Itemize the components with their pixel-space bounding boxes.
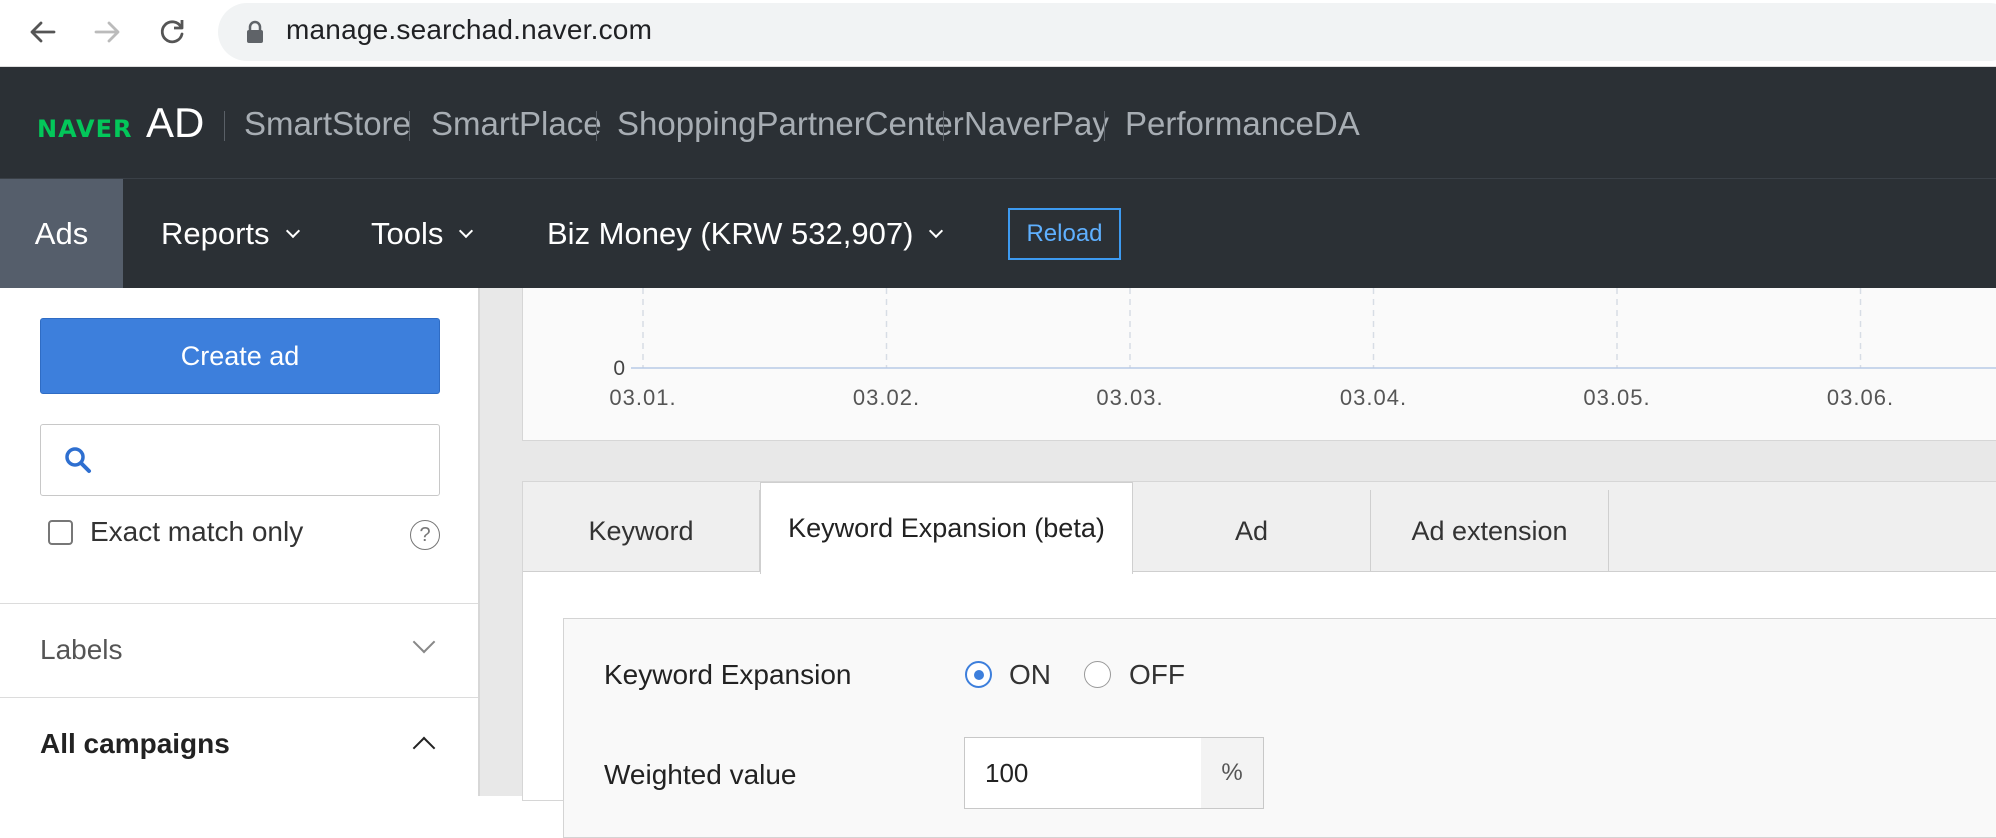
- tab-keyword-label: Keyword: [588, 515, 694, 546]
- divider: [409, 111, 410, 141]
- lock-icon: [247, 20, 263, 43]
- percent-unit: %: [1201, 737, 1264, 809]
- chart-x-tick-label: 03.03.: [1096, 385, 1163, 410]
- chevron-down-icon: [285, 223, 300, 238]
- arrow-right-icon: [94, 21, 120, 43]
- link-shopping-partner-center[interactable]: ShoppingPartnerCenter: [617, 105, 964, 143]
- labels-section[interactable]: Labels: [0, 603, 478, 697]
- keyword-expansion-label: Keyword Expansion: [604, 659, 852, 690]
- exact-match-label[interactable]: Exact match only: [90, 516, 303, 548]
- arrow-left-icon: [30, 21, 56, 43]
- tab-ad-label: Ad: [1234, 515, 1269, 546]
- exact-match-checkbox[interactable]: [48, 519, 73, 545]
- refresh-icon: [160, 20, 184, 44]
- main-nav: Ads Reports Tools Biz Money (KRW 532,907…: [0, 179, 1996, 288]
- tab-ad-extension-label: Ad extension: [1411, 515, 1568, 546]
- exact-match-row: Exact match only: [48, 516, 303, 548]
- chevron-down-icon: [412, 630, 436, 654]
- chart-x-tick-label: 03.04.: [1340, 385, 1407, 410]
- divider: [1104, 111, 1105, 141]
- chart-x-tick-label: 03.01.: [609, 385, 676, 410]
- on-radio[interactable]: [965, 661, 992, 688]
- keyword-expansion-form: Keyword Expansion ON OFF Weighted value …: [563, 618, 1996, 838]
- url-text: manage.searchad.naver.com: [286, 14, 653, 45]
- tab-keyword-expansion[interactable]: Keyword Expansion (beta): [760, 482, 1133, 574]
- biz-money-label: Biz Money (KRW 532,907): [547, 215, 914, 251]
- back-button[interactable]: [23, 12, 63, 52]
- help-icon[interactable]: ?: [410, 520, 440, 550]
- ad-logo[interactable]: AD: [146, 99, 204, 147]
- chart-x-tick-label: 03.02.: [853, 385, 920, 410]
- divider: [943, 111, 944, 141]
- chevron-up-icon: [412, 736, 436, 760]
- forward-button[interactable]: [87, 12, 127, 52]
- chart-y-tick-label: 0: [613, 357, 625, 380]
- chart-x-tick-label: 03.06.: [1827, 385, 1894, 410]
- weighted-value-input[interactable]: 100: [964, 737, 1202, 809]
- create-ad-button[interactable]: Create ad: [40, 318, 440, 394]
- link-smartstore[interactable]: SmartStore: [244, 105, 411, 143]
- reload-button[interactable]: Reload: [1008, 208, 1121, 260]
- tab-ad[interactable]: Ad: [1133, 490, 1371, 572]
- tab-panel: Keyword Keyword Expansion (beta) Ad Ad e…: [522, 481, 1996, 838]
- link-smartplace[interactable]: SmartPlace: [431, 105, 602, 143]
- tab-keyword-expansion-label: Keyword Expansion (beta): [788, 513, 1105, 543]
- nav-tools[interactable]: Tools: [371, 179, 474, 288]
- labels-title: Labels: [40, 634, 123, 665]
- nav-biz-money[interactable]: Biz Money (KRW 532,907): [547, 179, 944, 288]
- link-performance-da[interactable]: PerformanceDA: [1125, 105, 1360, 143]
- performance-chart: 0 03.01. 03.02. 03.03. 03.04. 03.05. 03.06.: [522, 288, 1996, 441]
- chart-svg: 0 03.01. 03.02. 03.03. 03.04. 03.05. 03.06.: [609, 288, 1996, 410]
- nav-ads[interactable]: Ads: [0, 179, 123, 288]
- nav-tools-label: Tools: [371, 215, 444, 251]
- nav-reports[interactable]: Reports: [161, 179, 300, 288]
- top-header: NAVER AD SmartStore SmartPlace ShoppingP…: [0, 67, 1996, 179]
- link-naverpay[interactable]: NaverPay: [964, 105, 1109, 143]
- search-icon: [65, 447, 91, 473]
- off-radio-label[interactable]: OFF: [1129, 659, 1185, 691]
- browser-toolbar: manage.searchad.naver.com: [0, 0, 1996, 67]
- divider: [596, 111, 597, 141]
- chevron-down-icon: [929, 223, 944, 238]
- main-content: 0 03.01. 03.02. 03.03. 03.04. 03.05. 03.06. Ke…: [480, 288, 1996, 838]
- nav-reports-label: Reports: [161, 215, 270, 251]
- tab-keyword[interactable]: Keyword: [523, 490, 760, 572]
- search-input[interactable]: [40, 424, 440, 496]
- sidebar: Create ad Exact match only ? Labels All …: [0, 288, 480, 796]
- all-campaigns-section[interactable]: All campaigns: [0, 697, 478, 791]
- chart-x-tick-label: 03.05.: [1583, 385, 1650, 410]
- divider: [224, 111, 225, 141]
- on-radio-label[interactable]: ON: [1009, 659, 1051, 691]
- chevron-down-icon: [459, 223, 474, 238]
- tab-ad-extension[interactable]: Ad extension: [1371, 490, 1609, 572]
- off-radio[interactable]: [1084, 661, 1111, 688]
- weighted-value-label: Weighted value: [604, 759, 797, 790]
- naver-logo[interactable]: NAVER: [37, 115, 132, 143]
- all-campaigns-title: All campaigns: [40, 728, 230, 759]
- refresh-button[interactable]: [152, 12, 192, 52]
- nav-ads-label: Ads: [34, 215, 89, 251]
